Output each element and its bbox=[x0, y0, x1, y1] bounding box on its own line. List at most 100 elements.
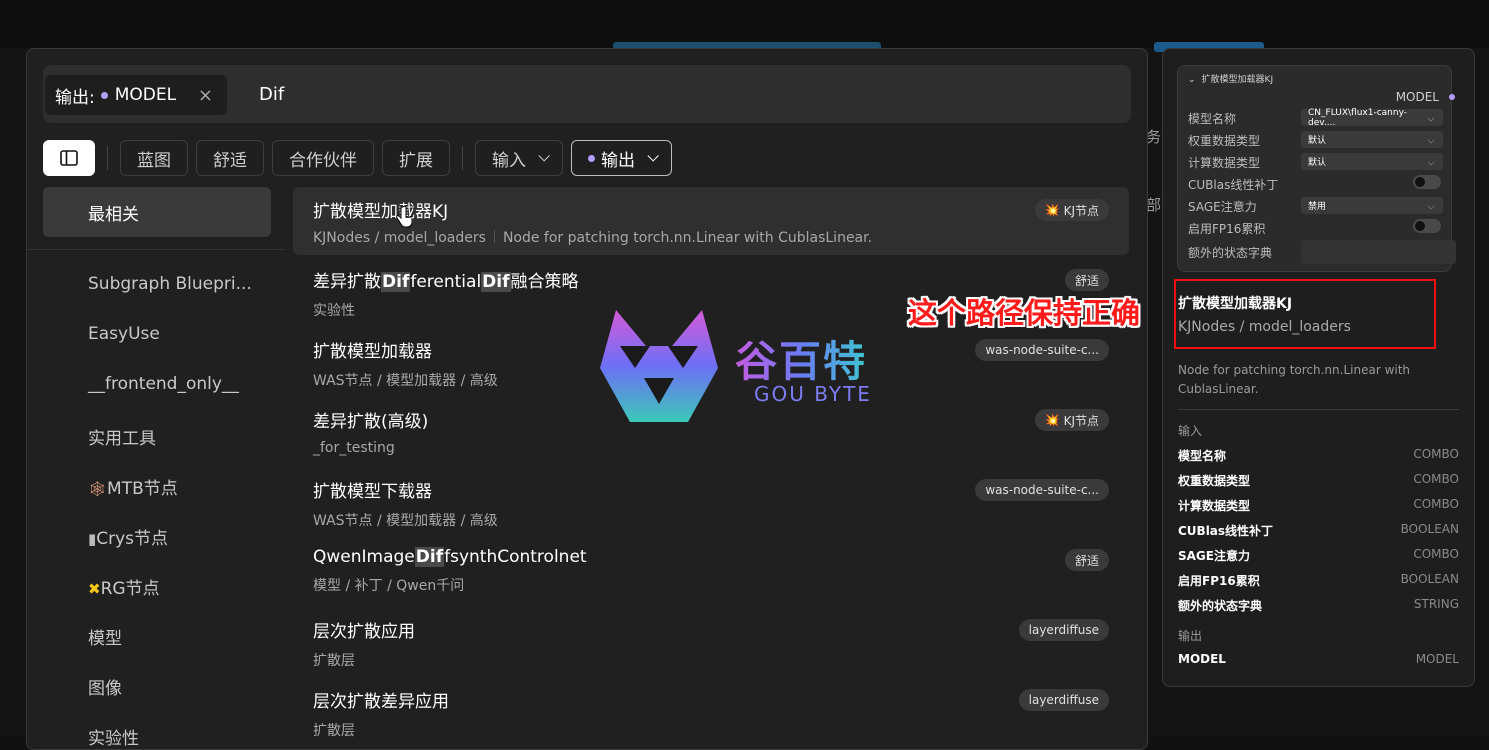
node-preview-panel: ⌄ 扩散模型加载器KJ MODEL 模型名称 CN_FLUX\flux1-cann… bbox=[1162, 48, 1475, 687]
sidebar-item-mtb[interactable]: 🕸MTB节点 bbox=[88, 474, 178, 499]
chevron-down-icon bbox=[538, 150, 550, 162]
sidebar-item-label: RG节点 bbox=[100, 579, 160, 599]
result-description: Node for patching torch.nn.Linear with C… bbox=[502, 230, 873, 246]
mtb-icon: 🕸 bbox=[88, 480, 108, 498]
card-title-text: 扩散模型加载器KJ bbox=[1201, 75, 1274, 85]
extra-state-dict-input[interactable] bbox=[1301, 240, 1456, 264]
sidebar-item-model[interactable]: 模型 bbox=[88, 624, 122, 649]
weight-dtype-select[interactable]: 默认 bbox=[1301, 131, 1443, 148]
filter-toolbar: 蓝图 舒适 合作伙伴 扩展 输入 输出 bbox=[43, 140, 672, 176]
select-value: CN_FLUX\flux1-canny-dev.... bbox=[1308, 107, 1408, 128]
chevron-down-icon bbox=[1427, 136, 1435, 143]
tab-extensions[interactable]: 扩展 bbox=[382, 140, 450, 176]
output-type-dropdown[interactable]: 输出 bbox=[571, 140, 672, 176]
chevron-down-icon bbox=[647, 150, 659, 162]
output-filter-chip[interactable]: 输出: MODEL × bbox=[45, 75, 227, 115]
input-type: COMBO bbox=[1413, 472, 1459, 486]
input-type-dropdown[interactable]: 输入 bbox=[475, 140, 563, 176]
separator bbox=[493, 230, 495, 243]
category-sidebar: 最相关 Subgraph Bluepri... EasyUse __fronte… bbox=[27, 187, 285, 749]
sidebar-item-frontend-only[interactable]: __frontend_only__ bbox=[88, 374, 239, 394]
top-bar bbox=[0, 0, 1489, 48]
result-category: _for_testing bbox=[313, 440, 395, 456]
widget-label: 额外的状态字典 bbox=[1188, 246, 1273, 260]
result-item[interactable]: QwenImageDiffsynthControlnet 模型 / 补丁 / Q… bbox=[293, 537, 1129, 605]
type-dot-icon bbox=[100, 91, 108, 99]
result-category: 扩散层 bbox=[313, 723, 355, 739]
result-item[interactable]: 扩散模型下载器 WAS节点 / 模型加载器 / 高级 was-node-suit… bbox=[293, 467, 1129, 535]
input-name: 模型名称 bbox=[1178, 449, 1227, 463]
input-name: 启用FP16累积 bbox=[1178, 574, 1260, 588]
result-title: 差异扩散DifferentialDif融合策略 bbox=[313, 267, 1109, 292]
sidebar-item-crys[interactable]: ▮Crys节点 bbox=[88, 524, 168, 549]
sidebar-item-image[interactable]: 图像 bbox=[88, 674, 122, 699]
select-value: 默认 bbox=[1308, 158, 1327, 168]
chevron-down-icon bbox=[1427, 114, 1435, 121]
compute-dtype-select[interactable]: 默认 bbox=[1301, 153, 1443, 170]
remove-filter-icon[interactable]: × bbox=[198, 85, 217, 106]
highlight-box bbox=[1174, 279, 1436, 349]
sage-attention-select[interactable]: 禁用 bbox=[1301, 197, 1443, 214]
watermark-cn: 谷百特 bbox=[735, 328, 867, 389]
cublas-toggle[interactable] bbox=[1413, 175, 1441, 189]
widget-label: 启用FP16累积 bbox=[1188, 222, 1266, 236]
background-text: 务 bbox=[1146, 128, 1162, 146]
widget-label: SAGE注意力 bbox=[1188, 200, 1257, 214]
panel-divider bbox=[1178, 409, 1459, 410]
output-slot-dot-icon bbox=[1449, 94, 1455, 100]
sidebar-item-utilities[interactable]: 实用工具 bbox=[88, 424, 156, 449]
widget-label: 计算数据类型 bbox=[1188, 156, 1261, 170]
model-name-select[interactable]: CN_FLUX\flux1-canny-dev.... bbox=[1301, 107, 1443, 128]
input-row: SAGE注意力 COMBO bbox=[1178, 547, 1459, 564]
sidebar-item-rg[interactable]: ✖RG节点 bbox=[88, 574, 160, 599]
result-category: 扩散层 bbox=[313, 653, 355, 669]
input-row: 额外的状态字典 STRING bbox=[1178, 597, 1459, 614]
explosion-icon: 💥 bbox=[1044, 413, 1060, 427]
tab-blueprint[interactable]: 蓝图 bbox=[120, 140, 188, 176]
result-title: 扩散模型加载器KJ bbox=[313, 202, 449, 222]
badge-label: KJ节点 bbox=[1063, 203, 1099, 218]
result-item[interactable]: 扩散模型加载器KJ KJNodes / model_loaders Node fo… bbox=[293, 187, 1129, 255]
goubyte-logo-icon bbox=[600, 310, 718, 422]
node-preview-card: ⌄ 扩散模型加载器KJ MODEL 模型名称 CN_FLUX\flux1-cann… bbox=[1177, 65, 1456, 272]
input-type: COMBO bbox=[1413, 497, 1459, 511]
input-type: STRING bbox=[1413, 597, 1459, 611]
input-row: CUBlas线性补丁 BOOLEAN bbox=[1178, 522, 1459, 539]
output-type: MODEL bbox=[1415, 652, 1459, 666]
sidebar-toggle-button[interactable] bbox=[43, 140, 95, 176]
result-item[interactable]: 层次扩散应用 扩散层 layerdiffuse bbox=[293, 607, 1129, 675]
source-badge: was-node-suite-c... bbox=[975, 339, 1109, 361]
result-title: QwenImageDiffsynthControlnet bbox=[313, 547, 1109, 567]
filter-value: MODEL bbox=[114, 85, 177, 105]
match-highlight: Dif bbox=[481, 272, 511, 292]
fp16-accum-toggle[interactable] bbox=[1413, 219, 1441, 233]
source-badge: layerdiffuse bbox=[1018, 619, 1109, 641]
toolbar-divider bbox=[107, 146, 108, 170]
input-name: 权重数据类型 bbox=[1178, 474, 1251, 488]
node-search-dialog: 输出: MODEL × Dif 蓝图 舒适 合作伙伴 扩展 输入 输出 最相关 … bbox=[26, 48, 1148, 750]
watermark-en: GOU BYTE bbox=[754, 382, 872, 406]
sidebar-item-easyuse[interactable]: EasyUse bbox=[88, 324, 160, 344]
type-dot-icon bbox=[588, 154, 595, 162]
preview-node-description: Node for patching torch.nn.Linear with C… bbox=[1178, 363, 1411, 396]
result-category: WAS节点 / 模型加载器 / 高级 bbox=[313, 513, 498, 529]
sidebar-item-experimental[interactable]: 实验性 bbox=[88, 724, 139, 749]
chevron-down-icon bbox=[1427, 158, 1435, 165]
sidebar-item-most-relevant[interactable]: 最相关 bbox=[43, 187, 271, 237]
input-name: CUBlas线性补丁 bbox=[1178, 524, 1274, 538]
input-type: COMBO bbox=[1413, 447, 1459, 461]
result-title: 层次扩散应用 bbox=[313, 622, 415, 642]
input-row: 模型名称 COMBO bbox=[1178, 447, 1459, 464]
output-dropdown-label: 输出 bbox=[601, 150, 635, 171]
filter-label: 输出: bbox=[55, 87, 95, 108]
match-highlight: Dif bbox=[381, 272, 411, 292]
source-badge: 💥 KJ节点 bbox=[1034, 409, 1109, 431]
title-part: 差异扩散 bbox=[313, 272, 381, 292]
tab-partner[interactable]: 合作伙伴 bbox=[272, 140, 374, 176]
search-input[interactable]: Dif bbox=[259, 84, 284, 105]
result-title: 层次扩散差异应用 bbox=[313, 692, 449, 712]
sidebar-item-subgraph[interactable]: Subgraph Bluepri... bbox=[88, 274, 252, 294]
tab-comfy[interactable]: 舒适 bbox=[196, 140, 264, 176]
input-name: 计算数据类型 bbox=[1178, 499, 1251, 513]
annotation-text: 这个路径保持正确 bbox=[908, 296, 1141, 330]
